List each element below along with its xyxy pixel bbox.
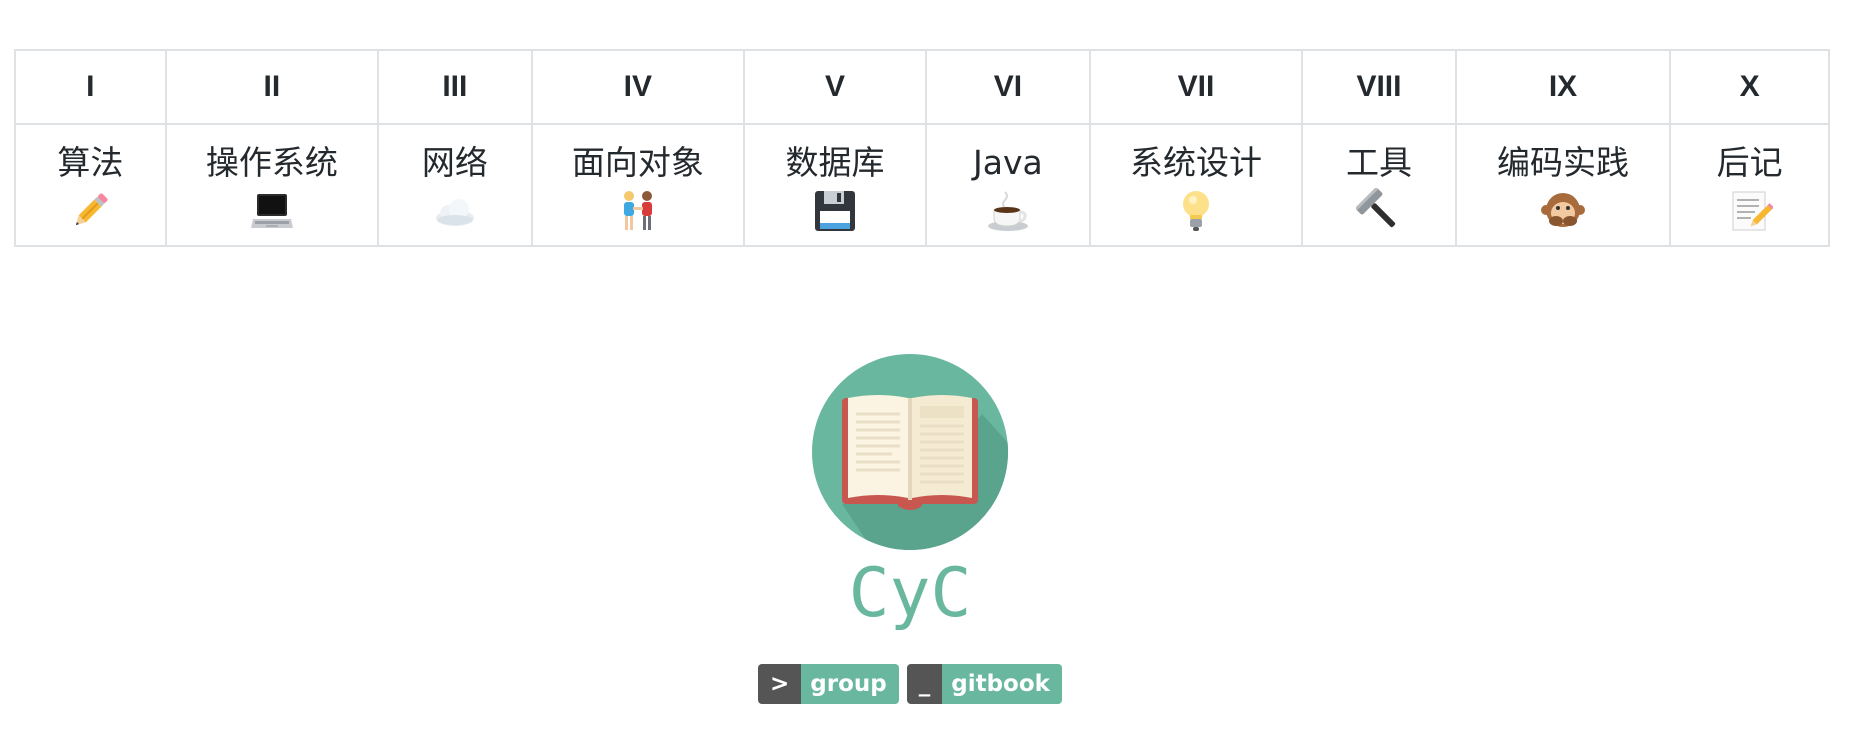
cloud-icon: [430, 187, 480, 235]
topic-link-database[interactable]: 数据库: [745, 143, 925, 183]
topic-link-algorithm[interactable]: 算法: [16, 143, 165, 183]
topic-link-system-design[interactable]: 系统设计: [1091, 143, 1301, 183]
topic-cell-network: 网络: [376, 123, 533, 247]
topic-row: 算法 操作系统 网络 面向对象 数据库 Java 系统设计 工具 编码实践 后记: [14, 123, 1830, 247]
pencil-icon: [65, 187, 115, 235]
couple-icon: [613, 187, 663, 235]
page: I II III IV V VI VII VIII IX X 算法 操作系统 网…: [0, 0, 1860, 734]
topic-cell-epilogue: 后记: [1669, 123, 1830, 247]
floppy-disk-icon: [810, 187, 860, 235]
badge-right-label: gitbook: [942, 664, 1062, 704]
topic-cell-os: 操作系统: [164, 123, 379, 247]
badge-right-label: group: [801, 664, 899, 704]
gitbook-badge[interactable]: _ gitbook: [906, 664, 1062, 704]
coffee-icon: [983, 187, 1033, 235]
logo: [812, 354, 1008, 550]
table-of-contents: I II III IV V VI VII VIII IX X 算法 操作系统 网…: [14, 49, 1830, 247]
column-header-2: II: [164, 49, 379, 125]
column-header-8: VIII: [1301, 49, 1457, 125]
hammer-icon: [1354, 187, 1404, 235]
topic-link-os[interactable]: 操作系统: [167, 143, 377, 183]
column-header-9: IX: [1454, 49, 1672, 125]
topic-link-coding-practice[interactable]: 编码实践: [1457, 143, 1669, 183]
topic-cell-java: Java: [925, 123, 1091, 247]
group-badge[interactable]: > group: [758, 664, 899, 704]
column-header-10: X: [1669, 49, 1830, 125]
memo-icon: [1725, 187, 1775, 235]
column-header-4: IV: [530, 49, 746, 125]
topic-cell-oop: 面向对象: [530, 123, 746, 247]
topic-link-epilogue[interactable]: 后记: [1671, 143, 1828, 183]
badge-left-label: >: [758, 664, 802, 704]
column-header-1: I: [14, 49, 167, 125]
badge-group: > group _ gitbook: [0, 664, 1820, 704]
open-book-icon: [812, 354, 1008, 550]
speak-no-evil-monkey-icon: [1538, 187, 1588, 235]
topic-link-oop[interactable]: 面向对象: [533, 143, 743, 183]
topic-link-network[interactable]: 网络: [379, 143, 531, 183]
badge-left-label: _: [906, 664, 943, 704]
laptop-icon: [247, 187, 297, 235]
column-header-5: V: [743, 49, 927, 125]
topic-cell-coding-practice: 编码实践: [1454, 123, 1672, 247]
column-header-6: VI: [925, 49, 1091, 125]
topic-cell-algorithm: 算法: [14, 123, 167, 247]
light-bulb-icon: [1171, 187, 1221, 235]
brand-name: CyC: [848, 554, 972, 633]
column-header-7: VII: [1088, 49, 1304, 125]
topic-link-java[interactable]: Java: [927, 143, 1089, 183]
topic-cell-database: 数据库: [743, 123, 927, 247]
column-header-3: III: [376, 49, 533, 125]
topic-link-tools[interactable]: 工具: [1303, 143, 1455, 183]
topic-cell-system-design: 系统设计: [1088, 123, 1304, 247]
topic-cell-tools: 工具: [1301, 123, 1457, 247]
header-row: I II III IV V VI VII VIII IX X: [14, 49, 1830, 125]
